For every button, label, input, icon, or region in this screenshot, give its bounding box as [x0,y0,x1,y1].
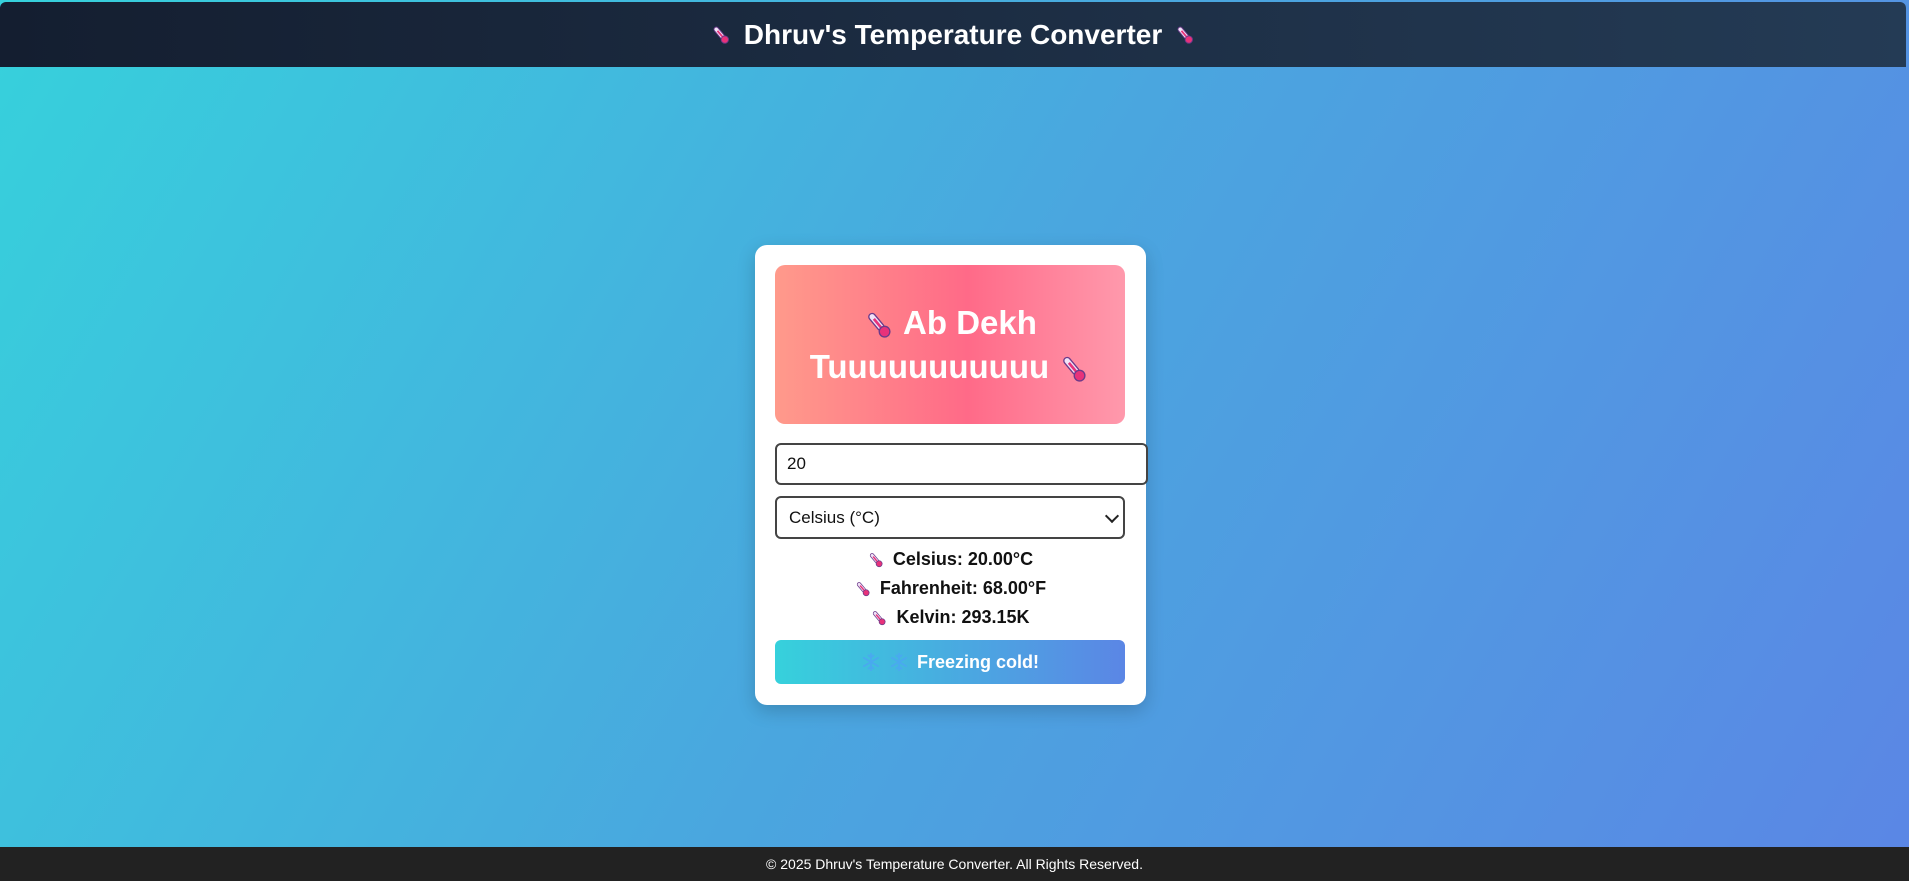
thermometer-icon [710,24,732,46]
status-text: Freezing cold! [916,651,1039,672]
thermometer-icon [870,609,888,627]
kelvin-value: Kelvin: 293.15K [896,607,1030,627]
banner: Ab Dekh Tuuuuuuuuuuu [775,265,1125,424]
thermometer-icon [1058,353,1090,385]
celsius-value: Celsius: 20.00°C [892,549,1034,569]
fahrenheit-value: Fahrenheit: 68.00°F [879,578,1047,598]
status-button[interactable]: Freezing cold! [775,640,1125,684]
page-title: Dhruv's Temperature Converter [743,18,1163,50]
footer-text: © 2025 Dhruv's Temperature Converter. Al… [766,856,1143,872]
converter-card: Ab Dekh Tuuuuuuuuuuu Celsius (°C) Celsiu… [755,245,1148,705]
banner-text: Ab Dekh Tuuuuuuuuuuu [809,303,1050,385]
result-fahrenheit: Fahrenheit: 68.00°F [775,574,1125,603]
result-kelvin: Kelvin: 293.15K [775,603,1125,632]
snowflake-icon [861,652,881,672]
result-celsius: Celsius: 20.00°C [775,545,1125,574]
thermometer-icon [1174,24,1196,46]
thermometer-icon [867,551,885,569]
app-header: Dhruv's Temperature Converter [0,2,1906,67]
snowflake-icon [889,652,909,672]
footer: © 2025 Dhruv's Temperature Converter. Al… [0,847,1909,881]
thermometer-icon [854,580,872,598]
results: Celsius: 20.00°C Fahrenheit: 68.00°F Kel… [775,545,1125,632]
thermometer-icon [863,309,895,341]
temperature-input[interactable] [775,443,1148,485]
unit-select[interactable]: Celsius (°C) [775,496,1125,539]
